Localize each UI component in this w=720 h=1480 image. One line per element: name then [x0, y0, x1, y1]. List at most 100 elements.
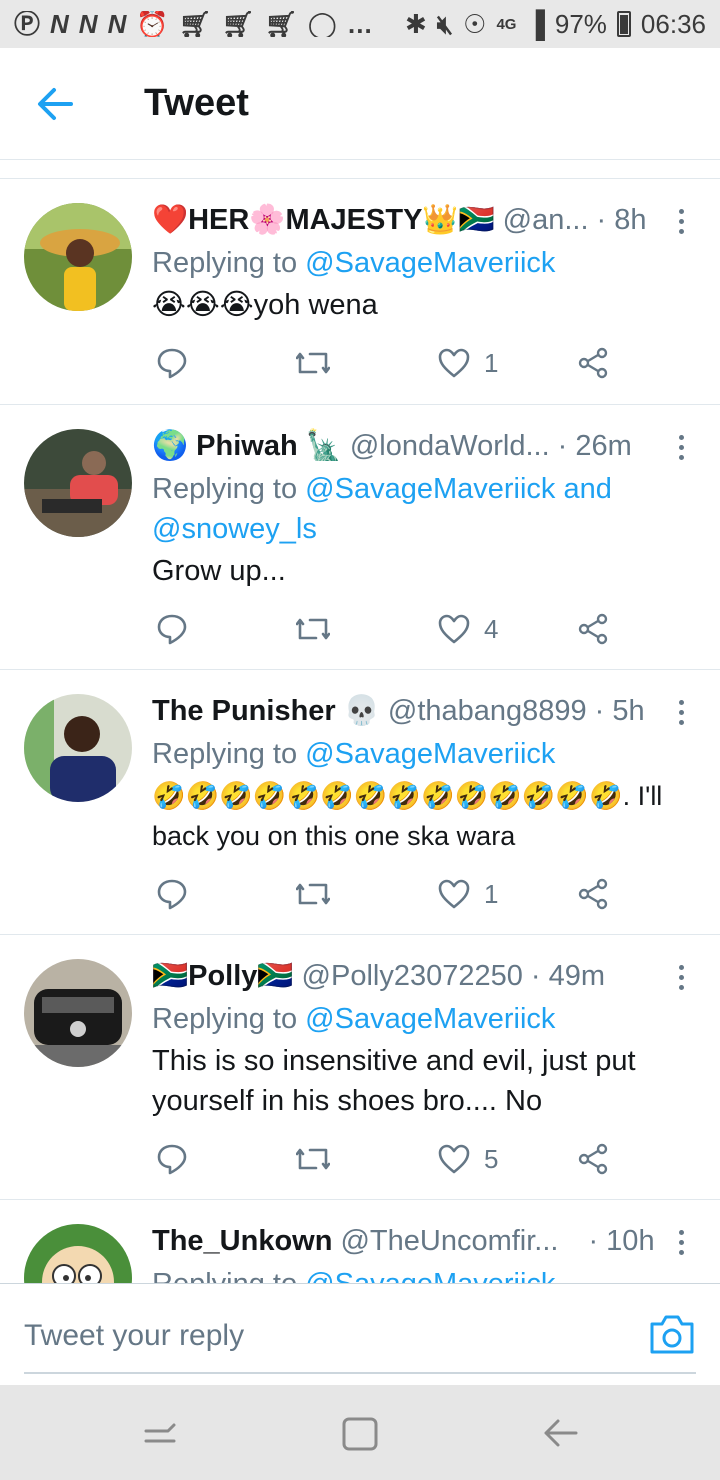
tweet-text: 🤣🤣🤣🤣🤣🤣🤣🤣🤣🤣🤣🤣🤣🤣. I'll back you on this on… — [152, 781, 663, 851]
retweet-icon — [296, 883, 330, 905]
tweet-actions: 5 — [152, 1137, 632, 1181]
app-header: Tweet — [0, 48, 720, 160]
reply-icon — [157, 348, 187, 379]
n-icon: N — [78, 11, 98, 37]
mention-link[interactable]: @SavageMaveriick — [305, 247, 555, 279]
retweet-button[interactable] — [296, 872, 330, 916]
status-bar: Ⓟ N N N ⏰ 🛒︎ 🛒︎ 🛒︎ ◯ … ✱ 🔇︎ ☉ 4G ▐ 97% 0… — [0, 0, 720, 48]
recent-apps-icon — [144, 1423, 176, 1443]
avatar[interactable] — [24, 203, 132, 311]
timestamp: · 49m — [530, 959, 605, 992]
tweet-text: This is so insensitive and evil, just pu… — [152, 1045, 636, 1117]
tweet-text: 😭😭😭yoh wena — [152, 289, 378, 321]
reply-icon — [157, 879, 187, 910]
more-options-icon[interactable] — [666, 1224, 696, 1260]
avatar[interactable] — [24, 429, 132, 537]
n-icon: N — [107, 11, 127, 37]
user-handle[interactable]: @thabang8899 — [388, 695, 587, 728]
more-options-icon[interactable] — [666, 694, 696, 730]
display-name[interactable]: 🌍 Phiwah 🗽 — [152, 429, 342, 463]
tweet-actions: 1 — [152, 872, 632, 916]
back-button[interactable] — [0, 48, 110, 160]
tweet-actions: 4 — [152, 607, 632, 651]
more-options-icon[interactable] — [666, 429, 696, 465]
like-button[interactable]: 5 — [438, 1137, 498, 1181]
user-handle[interactable]: @TheUncomfir... — [340, 1225, 558, 1258]
display-name[interactable]: 🇿🇦Polly🇿🇦 — [152, 959, 294, 993]
display-name[interactable]: The Punisher 💀 — [152, 694, 380, 728]
reply-icon — [157, 1144, 187, 1175]
timestamp: · 10h — [588, 1224, 655, 1257]
mute-icon: 🔇︎ — [436, 9, 454, 39]
back-arrow-icon — [38, 87, 73, 120]
retweet-icon — [296, 352, 330, 374]
tweet-actions: 1 — [152, 341, 632, 385]
cart-icon: 🛒︎ — [264, 11, 298, 37]
replying-to-label: Replying to — [152, 473, 306, 505]
like-button[interactable]: 1 — [438, 341, 498, 385]
replying-to-label: Replying to — [152, 1268, 305, 1283]
data-saver-icon: ☉ — [463, 9, 487, 39]
reply-button[interactable] — [156, 872, 188, 916]
reply-button[interactable] — [156, 607, 188, 651]
heart-icon — [438, 879, 470, 909]
back-nav-button[interactable] — [538, 1411, 582, 1455]
retweet-icon — [296, 618, 330, 640]
reply-input[interactable] — [24, 1312, 624, 1360]
user-handle[interactable]: @Polly23072250 — [302, 960, 523, 993]
share-icon — [578, 878, 608, 910]
tweet-text: Grow up... — [152, 555, 286, 587]
like-count: 1 — [484, 347, 499, 378]
heart-icon — [438, 1144, 470, 1174]
like-count: 4 — [484, 613, 499, 644]
replying-to: Replying to @SavageMaveriick and @snowey… — [152, 469, 696, 549]
cart-icon: 🛒︎ — [221, 11, 255, 37]
user-handle[interactable]: @an... — [503, 204, 589, 237]
replying-to: Replying to @SavageMaveriick — [152, 999, 696, 1039]
home-button[interactable] — [338, 1411, 382, 1455]
replying-to: Replying to @SavageMaveriick — [152, 243, 696, 283]
share-button[interactable] — [578, 872, 610, 916]
facebook-icon: Ⓟ — [14, 11, 41, 37]
reply-feed[interactable]: ❤️HER🌸MAJESTY👑🇿🇦 @an... · 8h Replying to… — [0, 179, 720, 1283]
replying-to-label: Replying to — [152, 738, 306, 770]
share-button[interactable] — [578, 607, 610, 651]
retweet-button[interactable] — [296, 607, 330, 651]
camera-button[interactable] — [648, 1312, 696, 1356]
user-handle[interactable]: @londaWorld... — [350, 430, 550, 463]
display-name[interactable]: ❤️HER🌸MAJESTY👑🇿🇦 — [152, 203, 495, 237]
tweet[interactable]: The_Unkown @TheUncomfir... · 10h Replyin… — [0, 1200, 720, 1283]
retweet-button[interactable] — [296, 341, 330, 385]
mention-link[interactable]: @SavageMaveriick — [305, 1268, 555, 1283]
reply-button[interactable] — [156, 341, 188, 385]
like-button[interactable]: 1 — [438, 872, 498, 916]
notification-icons: Ⓟ N N N ⏰ 🛒︎ 🛒︎ 🛒︎ ◯ … — [14, 11, 405, 37]
more-options-icon[interactable] — [666, 959, 696, 995]
retweet-button[interactable] — [296, 1137, 330, 1181]
avatar[interactable] — [24, 694, 132, 802]
timestamp: · 8h — [596, 203, 647, 236]
tweet[interactable]: 🌍 Phiwah 🗽 @londaWorld... · 26m Replying… — [0, 405, 720, 670]
mention-link[interactable]: @SavageMaveriick — [305, 738, 555, 770]
display-name[interactable]: The_Unkown — [152, 1225, 332, 1258]
share-button[interactable] — [578, 1137, 610, 1181]
cart-icon: 🛒︎ — [178, 11, 212, 37]
tweet[interactable]: 🇿🇦Polly🇿🇦 @Polly23072250 · 49m Replying … — [0, 935, 720, 1200]
more-options-icon[interactable] — [666, 203, 696, 239]
share-button[interactable] — [578, 341, 610, 385]
mention-link[interactable]: @SavageMaveriick — [305, 1003, 555, 1035]
like-button[interactable]: 4 — [438, 607, 498, 651]
avatar[interactable] — [24, 1224, 132, 1283]
home-icon — [342, 1417, 378, 1451]
reply-button[interactable] — [156, 1137, 188, 1181]
heart-icon — [438, 348, 470, 378]
system-nav-bar — [0, 1385, 720, 1480]
recent-apps-button[interactable] — [138, 1411, 182, 1455]
tweet[interactable]: The Punisher 💀 @thabang8899 · 5h Replyin… — [0, 670, 720, 935]
avatar[interactable] — [24, 959, 132, 1067]
bluetooth-icon: ✱ — [404, 9, 427, 39]
like-count: 1 — [484, 878, 499, 909]
retweet-icon — [296, 1148, 330, 1170]
replying-to-label: Replying to — [152, 1003, 306, 1035]
tweet[interactable]: ❤️HER🌸MAJESTY👑🇿🇦 @an... · 8h Replying to… — [0, 179, 720, 405]
